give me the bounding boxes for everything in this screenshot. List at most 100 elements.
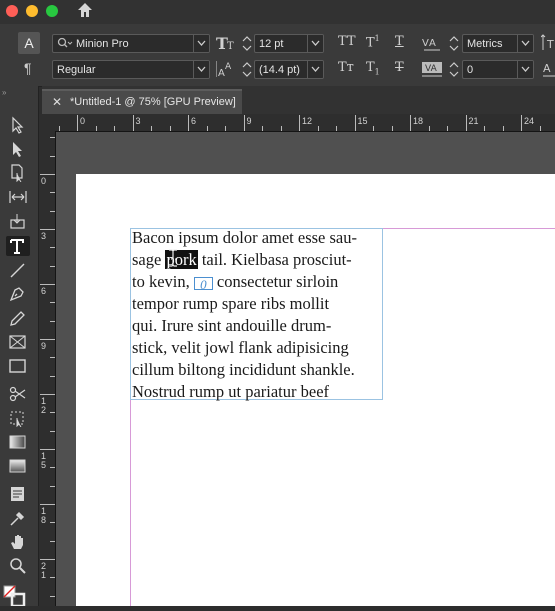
rectangle-frame-tool-icon[interactable]: [6, 332, 30, 352]
ruler-tick: [50, 192, 55, 194]
subscript-button[interactable]: T1: [366, 60, 380, 77]
ruler-tick: [428, 126, 430, 131]
home-icon[interactable]: [76, 1, 94, 19]
ruler-tick: [50, 302, 55, 304]
ruler-tick: [77, 115, 78, 131]
tracking-stepper[interactable]: [448, 60, 460, 79]
collapse-toolbox-icon[interactable]: »: [2, 88, 7, 97]
ruler-tick: [465, 115, 467, 131]
free-transform-tool-icon[interactable]: [6, 408, 30, 428]
ruler-tick: [95, 126, 97, 131]
fill-stroke-swatch[interactable]: [2, 582, 36, 608]
leading-field[interactable]: (14.4 pt): [254, 60, 324, 79]
selection-tool-icon[interactable]: [6, 115, 30, 135]
pen-tool-icon[interactable]: [6, 284, 30, 304]
ruler-tick: [40, 174, 55, 175]
svg-text:A: A: [543, 62, 551, 75]
ruler-origin[interactable]: [39, 114, 56, 132]
anchored-object-marker[interactable]: 0: [193, 276, 213, 291]
maximize-window-button[interactable]: [46, 5, 58, 17]
font-size-value: 12 pt: [259, 38, 284, 50]
gap-tool-icon[interactable]: [6, 187, 30, 207]
chevron-down-icon[interactable]: [517, 35, 533, 52]
font-size-field[interactable]: 12 pt: [254, 34, 324, 53]
ruler-label: 1 8: [41, 506, 47, 525]
title-bar: [0, 0, 555, 24]
text-line: sage pork tail. Kielbasa prosciut-: [132, 249, 352, 271]
document-tab-bar: ✕ *Untitled-1 @ 75% [GPU Preview]: [42, 86, 555, 114]
pencil-tool-icon[interactable]: [6, 308, 30, 328]
font-size-stepper[interactable]: [241, 34, 253, 53]
vertical-scale-icon[interactable]: T: [540, 34, 555, 52]
control-panel: A ¶ Minion Pro Regular TT AA 12 pt (14.4…: [0, 24, 555, 87]
ruler-label: 6: [41, 286, 47, 296]
strikethrough-button[interactable]: T: [395, 60, 404, 75]
close-icon[interactable]: ✕: [52, 91, 62, 113]
tracking-field[interactable]: 0: [462, 60, 534, 79]
gradient-swatch-tool-icon[interactable]: [6, 432, 30, 452]
page-tool-icon[interactable]: [6, 163, 30, 183]
ruler-tick: [410, 115, 411, 131]
ruler-label: 1 5: [41, 451, 47, 470]
line-tool-icon[interactable]: [6, 260, 30, 280]
underline-button[interactable]: T: [395, 34, 404, 49]
tab-document[interactable]: ✕ *Untitled-1 @ 75% [GPU Preview]: [42, 89, 242, 114]
minimize-window-button[interactable]: [26, 5, 38, 17]
font-style-value: Regular: [57, 64, 96, 76]
ruler-tick: [50, 357, 55, 359]
ruler-label: 12: [302, 116, 313, 126]
note-tool-icon[interactable]: [6, 484, 30, 504]
ruler-tick: [539, 126, 541, 131]
chevron-down-icon[interactable]: [307, 61, 323, 78]
ruler-label: 2 1: [41, 561, 47, 580]
horizontal-scale-icon[interactable]: A: [543, 60, 555, 78]
i-beam-cursor-icon: [166, 248, 180, 268]
ruler-label: 21: [468, 116, 479, 126]
small-caps-button[interactable]: Tᴛ: [338, 60, 354, 75]
zoom-tool-icon[interactable]: [6, 556, 30, 576]
kerning-field[interactable]: Metrics: [462, 34, 534, 53]
vertical-ruler[interactable]: 0 3 6 9 1 2 1 5 1 8 2 1: [39, 131, 56, 606]
text-line: to kevin, 0 consectetur sirloin: [132, 271, 338, 293]
ruler-tick: [50, 137, 55, 139]
ruler-tick: [280, 126, 282, 131]
ruler-tick: [502, 126, 504, 131]
chevron-down-icon[interactable]: [193, 61, 209, 78]
chevron-down-icon[interactable]: [193, 35, 209, 52]
eyedropper-tool-icon[interactable]: [6, 508, 30, 528]
scissors-tool-icon[interactable]: [6, 384, 30, 404]
type-tool-icon[interactable]: [6, 236, 30, 256]
ruler-tick: [206, 126, 208, 131]
ruler-tick: [373, 126, 374, 131]
svg-text:A: A: [225, 62, 232, 72]
text-run: consectetur sirloin: [216, 272, 339, 291]
font-family-field[interactable]: Minion Pro: [52, 34, 210, 53]
ruler-label: 18: [413, 116, 424, 126]
paragraph-formatting-button[interactable]: ¶: [24, 60, 32, 76]
close-window-button[interactable]: [6, 5, 18, 17]
ruler-tick: [151, 126, 152, 131]
font-style-field[interactable]: Regular: [52, 60, 210, 79]
leading-stepper[interactable]: [241, 60, 253, 79]
ruler-tick: [447, 126, 448, 131]
tracking-value: 0: [467, 64, 474, 76]
ruler-tick: [50, 467, 55, 469]
horizontal-ruler[interactable]: 0 3 6 9 12 15 18 21 24: [55, 114, 555, 132]
ruler-tick: [50, 375, 55, 377]
gradient-feather-tool-icon[interactable]: [6, 456, 30, 476]
character-formatting-button[interactable]: A: [18, 32, 40, 54]
ruler-tick: [50, 210, 55, 212]
kerning-value: Metrics: [467, 38, 503, 50]
chevron-down-icon[interactable]: [307, 35, 323, 52]
content-collector-tool-icon[interactable]: [6, 211, 30, 231]
rectangle-tool-icon[interactable]: [6, 356, 30, 376]
tab-title: *Untitled-1 @ 75% [GPU Preview]: [70, 96, 236, 108]
chevron-down-icon[interactable]: [517, 61, 533, 78]
hand-tool-icon[interactable]: [6, 532, 30, 552]
ruler-tick: [50, 155, 55, 157]
kerning-stepper[interactable]: [448, 34, 460, 53]
direct-selection-tool-icon[interactable]: [6, 139, 30, 159]
ruler-tick: [50, 430, 55, 432]
superscript-button[interactable]: T1: [366, 34, 380, 50]
all-caps-button[interactable]: TT: [338, 34, 356, 49]
